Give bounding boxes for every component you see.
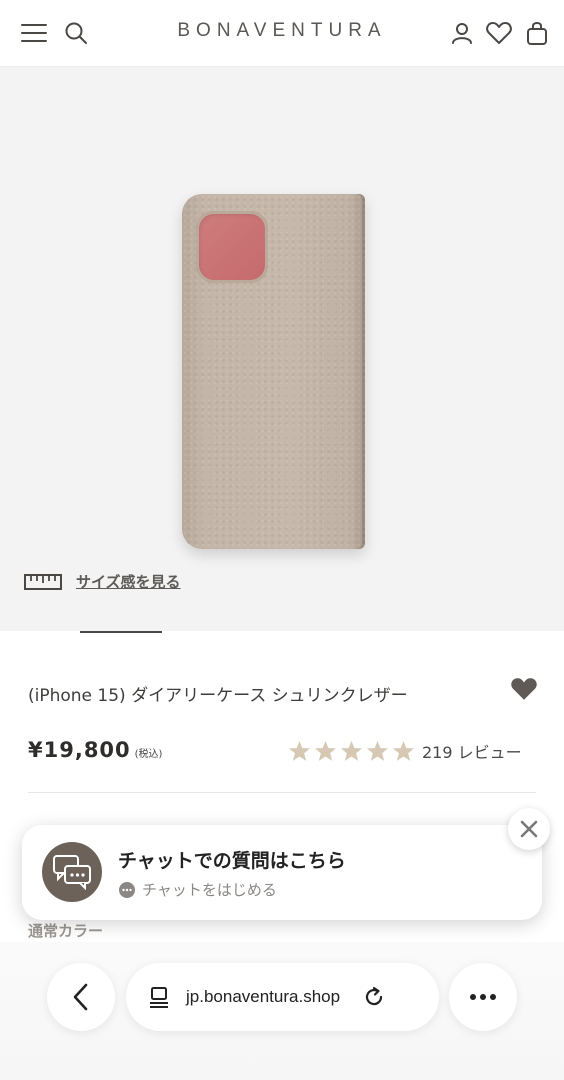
more-options-button[interactable] <box>449 963 517 1031</box>
review-count[interactable]: 219 レビュー <box>422 739 522 763</box>
product-image-gallery[interactable]: サイズ感を見る <box>0 67 564 631</box>
chat-start-label[interactable]: チャットをはじめる <box>142 879 277 900</box>
product-title: (iPhone 15) ダイアリーケース シュリンクレザー <box>28 686 408 706</box>
size-guide-link[interactable]: サイズ感を見る <box>24 571 181 592</box>
star-icon <box>340 740 363 761</box>
account-icon[interactable] <box>448 19 476 47</box>
site-header: BONAVENTURA <box>0 0 564 67</box>
star-icon <box>366 740 389 761</box>
bag-icon[interactable] <box>523 19 551 47</box>
rating-summary[interactable]: 219 レビュー <box>288 739 522 763</box>
product-price: ¥19,800 (税込) <box>28 738 162 762</box>
price-value: ¥19,800 <box>28 738 131 762</box>
favorite-heart-icon[interactable] <box>510 676 538 702</box>
chat-title[interactable]: チャットでの質問はこちら <box>118 846 346 873</box>
chat-close-button[interactable] <box>508 808 550 850</box>
camera-cutout <box>196 211 268 283</box>
product-image-phone-case <box>182 194 365 549</box>
reload-icon[interactable] <box>362 985 386 1009</box>
ruler-icon <box>24 573 62 590</box>
chat-start-link[interactable]: チャットをはじめる <box>118 879 277 900</box>
color-section-label: 通常カラー <box>28 922 104 940</box>
page-menu-icon[interactable] <box>148 985 172 1009</box>
star-icon <box>392 740 415 761</box>
chat-dots-icon <box>119 881 135 898</box>
gallery-tab-indicator <box>80 631 162 633</box>
ellipsis-icon <box>470 994 496 1000</box>
star-icon <box>288 740 311 761</box>
chat-bubbles-icon <box>42 842 102 902</box>
address-bar[interactable]: jp.bonaventura.shop <box>126 963 439 1031</box>
size-guide-label[interactable]: サイズ感を見る <box>76 571 181 592</box>
back-button[interactable] <box>47 963 115 1031</box>
url-text[interactable]: jp.bonaventura.shop <box>186 987 340 1007</box>
menu-icon[interactable] <box>20 19 48 47</box>
chat-prompt-card[interactable]: チャットでの質問はこちら チャットをはじめる <box>22 825 542 920</box>
section-divider <box>28 792 536 793</box>
close-icon <box>520 820 538 838</box>
brand-logo-text[interactable]: BONAVENTURA <box>177 20 386 41</box>
search-icon[interactable] <box>62 19 90 47</box>
chevron-left-icon <box>73 983 88 1011</box>
star-icon <box>314 740 337 761</box>
tax-label: (税込) <box>134 749 163 760</box>
heart-icon[interactable] <box>485 19 513 47</box>
